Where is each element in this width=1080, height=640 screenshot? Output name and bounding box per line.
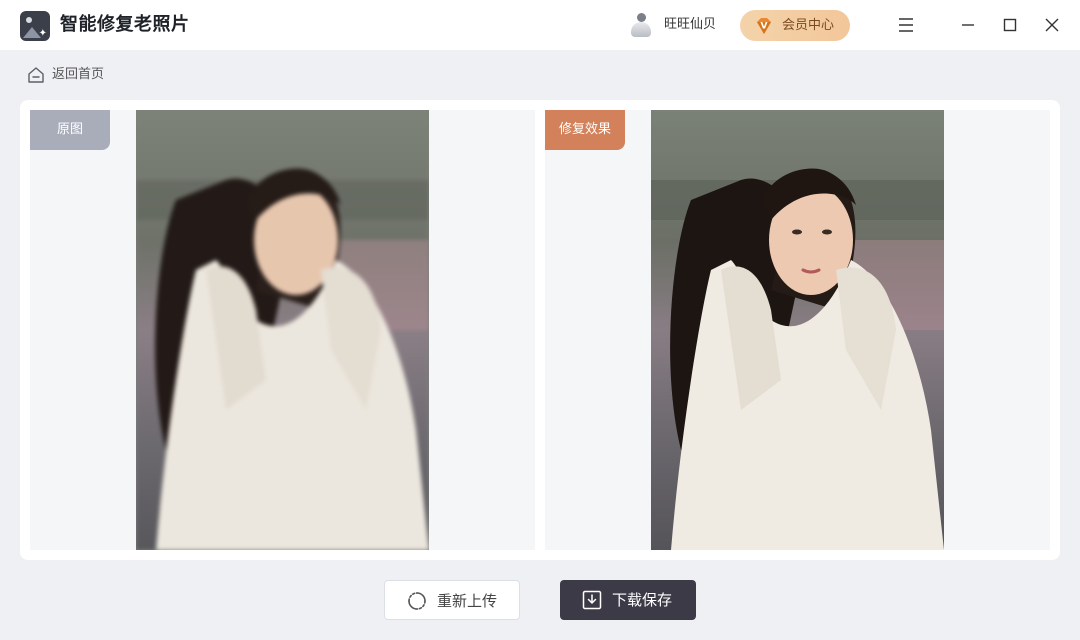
hamburger-menu-icon[interactable] xyxy=(893,12,919,38)
user-avatar-icon[interactable] xyxy=(628,12,654,38)
title-bar: ✦ 智能修复老照片 旺旺仙贝 V 会员中心 xyxy=(0,0,1080,50)
compare-panel: 原图 修复效果 xyxy=(20,100,1060,560)
result-pane: 修复效果 xyxy=(545,110,1050,550)
reupload-label: 重新上传 xyxy=(437,592,498,610)
vip-center-button[interactable]: V 会员中心 xyxy=(740,10,850,41)
maximize-icon[interactable] xyxy=(997,12,1023,38)
home-icon xyxy=(28,67,44,83)
user-name[interactable]: 旺旺仙贝 xyxy=(664,15,716,35)
download-save-button[interactable]: 下载保存 xyxy=(560,580,696,620)
original-photo xyxy=(136,110,429,550)
vip-badge-text: V xyxy=(761,22,768,32)
app-title: 智能修复老照片 xyxy=(60,14,190,35)
close-icon[interactable] xyxy=(1039,12,1065,38)
vip-center-label: 会员中心 xyxy=(782,18,835,33)
refresh-icon xyxy=(408,592,426,610)
minimize-icon[interactable] xyxy=(955,12,981,38)
reupload-button[interactable]: 重新上传 xyxy=(384,580,520,620)
back-home-label: 返回首页 xyxy=(52,67,105,82)
original-pane: 原图 xyxy=(30,110,535,550)
result-tag: 修复效果 xyxy=(545,110,625,150)
result-photo xyxy=(651,110,944,550)
app-logo-icon: ✦ xyxy=(20,11,50,41)
original-tag: 原图 xyxy=(30,110,110,150)
download-icon xyxy=(582,590,602,610)
vip-diamond-icon: V xyxy=(757,18,771,34)
download-save-label: 下载保存 xyxy=(612,591,673,609)
